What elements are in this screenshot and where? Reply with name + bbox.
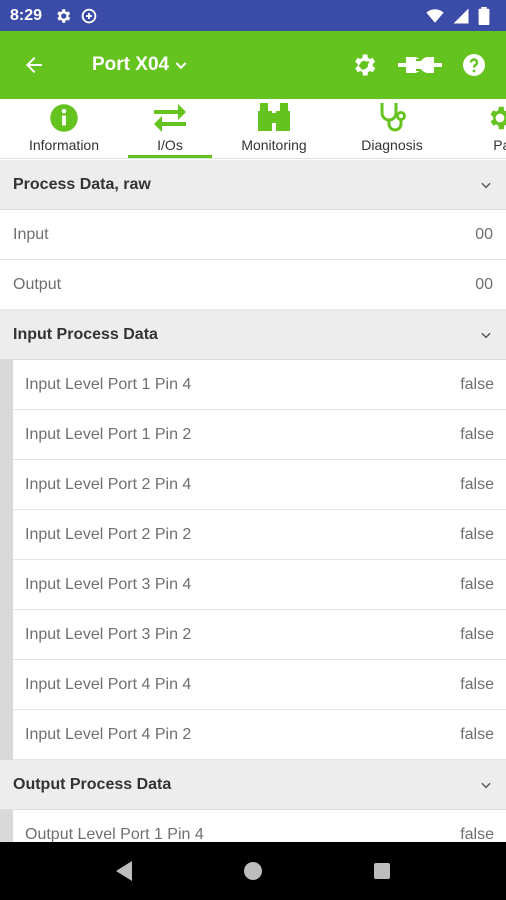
gear-icon	[490, 106, 506, 130]
app-bar: Port X04	[0, 31, 506, 99]
section-header-input[interactable]: Input Process Data	[0, 310, 506, 360]
stethoscope-icon	[380, 103, 406, 132]
data-row: Input Level Port 1 Pin 4 false	[13, 360, 506, 410]
row-label: Input Level Port 1 Pin 2	[25, 425, 192, 443]
square-recents-icon	[373, 863, 390, 879]
chevron-down-icon	[173, 57, 189, 73]
cell-signal-icon	[452, 7, 470, 25]
data-row: Input Level Port 1 Pin 2 false	[13, 410, 506, 460]
system-nav-bar	[0, 842, 506, 900]
help-button[interactable]	[454, 41, 494, 89]
row-label: Input Level Port 4 Pin 2	[25, 725, 192, 743]
data-row: Input Level Port 4 Pin 4 false	[13, 660, 506, 710]
row-value: false	[460, 475, 494, 493]
data-row: Output 00	[0, 260, 506, 310]
tab-indicator	[128, 155, 212, 158]
tab-ios[interactable]: I/Os	[128, 99, 212, 158]
tab-diagnosis[interactable]: Diagnosis	[350, 99, 434, 158]
row-value: false	[460, 625, 494, 643]
row-label: Input Level Port 3 Pin 4	[25, 575, 192, 593]
help-icon	[463, 54, 485, 76]
status-bar: 8:29	[0, 0, 506, 31]
chevron-down-icon	[479, 778, 493, 792]
row-label: Input Level Port 2 Pin 2	[25, 525, 192, 543]
nav-home-button[interactable]	[229, 847, 277, 895]
data-row: Input Level Port 4 Pin 2 false	[13, 710, 506, 760]
row-value: false	[460, 375, 494, 393]
row-label: Input Level Port 1 Pin 4	[25, 375, 192, 393]
settings-notification-icon	[54, 7, 72, 25]
row-value: false	[460, 575, 494, 593]
tab-label: Diagnosis	[361, 137, 423, 153]
data-row: Input Level Port 2 Pin 4 false	[13, 460, 506, 510]
section-title: Output Process Data	[13, 775, 172, 793]
data-row: Input 00	[0, 210, 506, 260]
binoculars-icon	[258, 103, 290, 131]
chevron-down-icon	[479, 178, 493, 192]
back-button[interactable]	[10, 41, 58, 89]
tab-label: Monitoring	[241, 137, 307, 153]
tab-monitoring[interactable]: Monitoring	[232, 99, 316, 158]
tab-label: Information	[28, 137, 100, 153]
row-label: Input	[13, 225, 49, 243]
nav-recents-button[interactable]	[358, 847, 406, 895]
row-value: false	[460, 425, 494, 443]
tab-label: Para	[493, 137, 506, 153]
section-header-output[interactable]: Output Process Data	[0, 760, 506, 810]
data-row: Input Level Port 3 Pin 4 false	[13, 560, 506, 610]
connection-button[interactable]	[390, 41, 450, 89]
row-value: 00	[475, 225, 493, 243]
battery-icon	[478, 6, 496, 25]
section-title: Process Data, raw	[13, 175, 151, 193]
data-row: Input Level Port 3 Pin 2 false	[13, 610, 506, 660]
row-value: false	[460, 725, 494, 743]
row-value: false	[460, 825, 494, 843]
section-title: Input Process Data	[13, 325, 158, 343]
circle-home-icon	[243, 862, 262, 880]
io-content: Process Data, raw Input 00 Output 00 Inp…	[0, 160, 506, 842]
data-row: Output Level Port 1 Pin 4 false	[13, 810, 506, 842]
data-saver-icon	[80, 7, 98, 25]
nav-back-button[interactable]	[100, 847, 148, 895]
row-value: false	[460, 525, 494, 543]
tab-parameters[interactable]: Para	[458, 99, 506, 158]
row-label: Output	[13, 275, 62, 293]
tab-bar: Information I/Os Monitoring Diagnosis Pa…	[0, 99, 506, 159]
data-row: Input Level Port 2 Pin 2 false	[13, 510, 506, 560]
row-label: Input Level Port 3 Pin 2	[25, 625, 192, 643]
device-settings-button[interactable]	[344, 41, 384, 89]
row-value: 00	[475, 275, 493, 293]
status-time: 8:29	[10, 6, 43, 24]
input-data-list: Input Level Port 1 Pin 4 false Input Lev…	[0, 360, 506, 760]
row-label: Output Level Port 1 Pin 4	[25, 825, 204, 843]
info-icon	[50, 104, 78, 132]
output-data-list: Output Level Port 1 Pin 4 false	[0, 810, 506, 842]
tab-label: I/Os	[157, 137, 183, 153]
row-label: Input Level Port 4 Pin 4	[25, 675, 192, 693]
section-header-raw[interactable]: Process Data, raw	[0, 160, 506, 210]
plug-connection-icon	[398, 57, 442, 73]
swap-arrows-icon	[154, 104, 186, 132]
arrow-back-icon	[26, 57, 42, 73]
page-title: Port X04	[92, 54, 170, 75]
wifi-icon	[426, 7, 444, 25]
row-value: false	[460, 675, 494, 693]
chevron-down-icon	[479, 328, 493, 342]
tab-information[interactable]: Information	[22, 99, 106, 158]
triangle-back-icon	[116, 861, 133, 881]
row-label: Input Level Port 2 Pin 4	[25, 475, 192, 493]
port-selector[interactable]: Port X04	[92, 54, 189, 76]
gear-icon	[355, 54, 376, 76]
